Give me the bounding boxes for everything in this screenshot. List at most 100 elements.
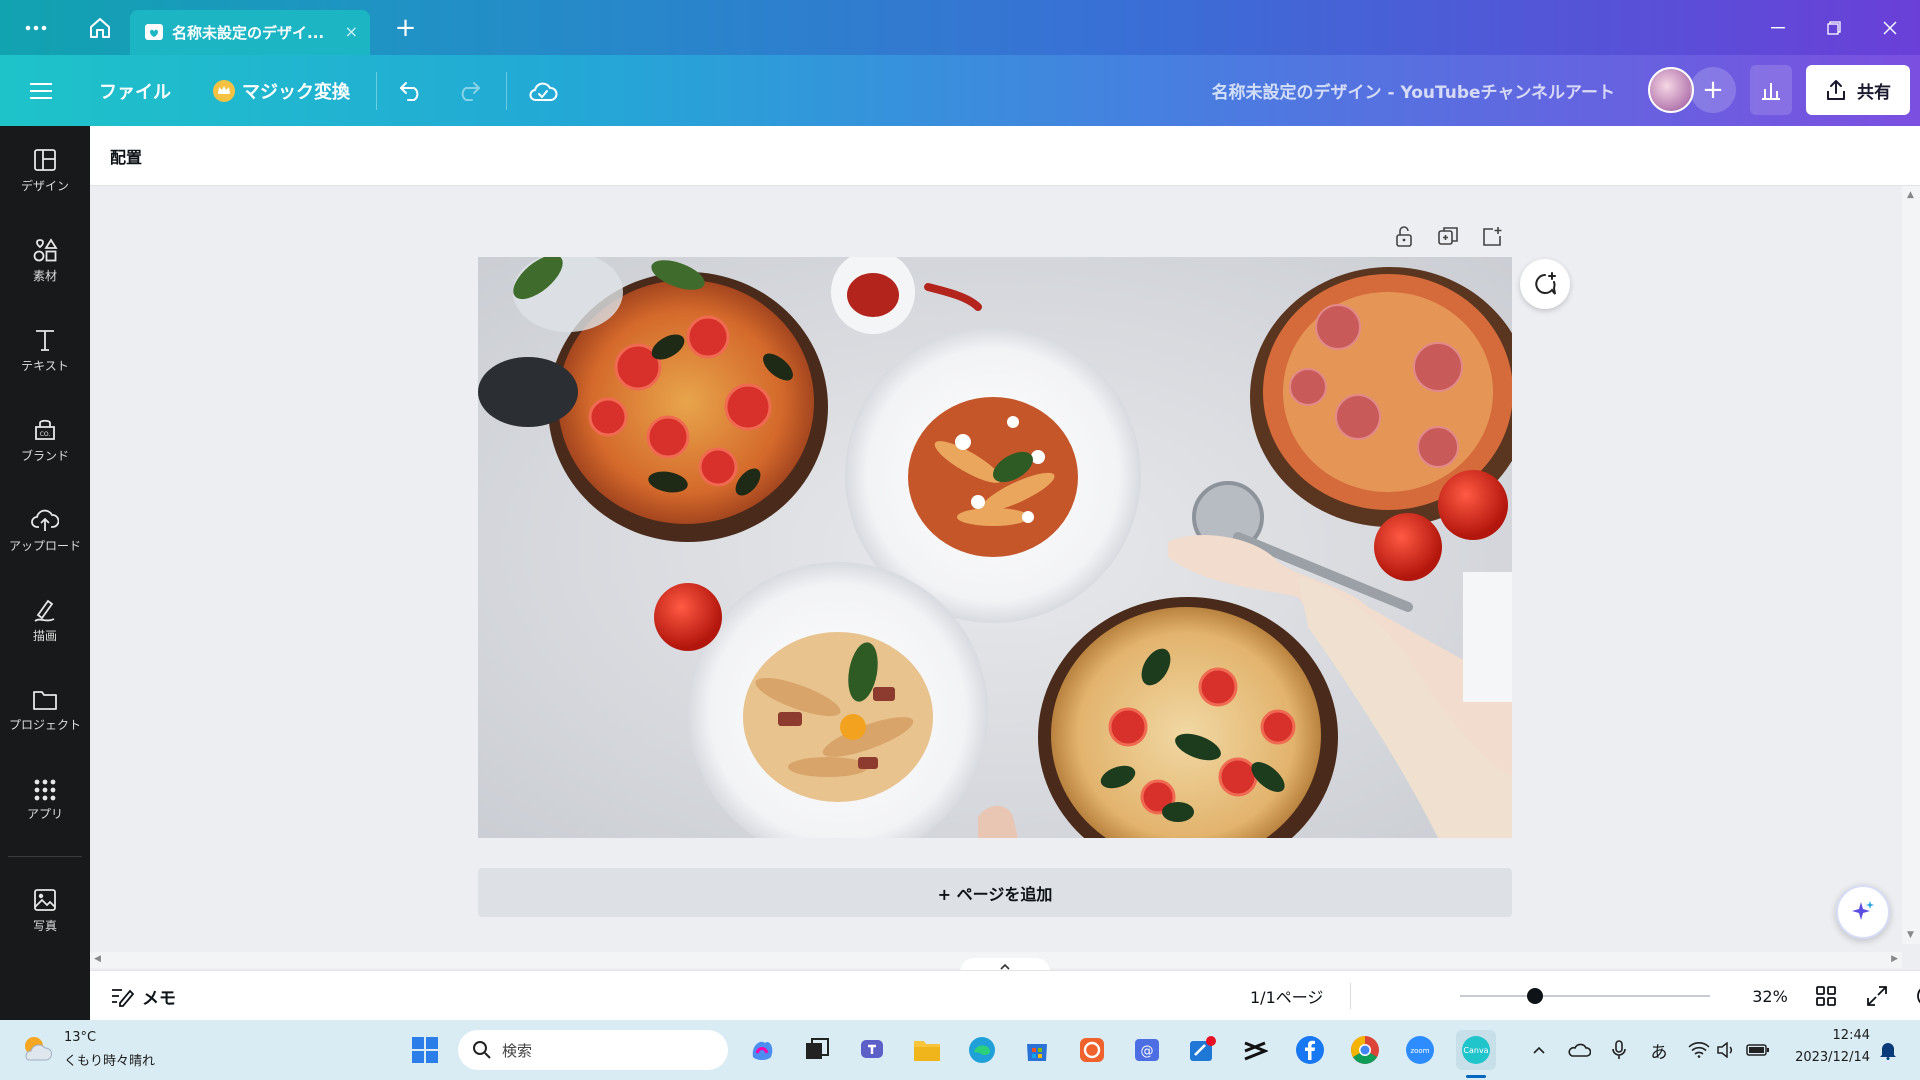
design-page[interactable] — [478, 257, 1512, 838]
zoom-slider[interactable] — [1460, 988, 1710, 1004]
brand-icon: CO. — [32, 417, 58, 443]
weather-icon[interactable] — [20, 1032, 54, 1066]
scroll-right-icon[interactable]: ▶ — [1891, 954, 1898, 964]
store-icon[interactable] — [1017, 1030, 1057, 1070]
sidebar-item-upload[interactable]: アップロード — [0, 490, 90, 570]
windows-start-icon[interactable] — [405, 1030, 445, 1070]
more-options-icon[interactable] — [8, 0, 63, 55]
notes-label: メモ — [142, 988, 176, 1009]
zoom-app-icon[interactable]: zoom — [1400, 1030, 1440, 1070]
sidebar-item-label: デザイン — [20, 178, 69, 193]
chrome-icon[interactable] — [1345, 1030, 1385, 1070]
taskbar-search[interactable]: 検索 — [458, 1030, 728, 1070]
home-icon[interactable] — [72, 0, 127, 55]
sparkle-icon — [1849, 898, 1877, 926]
scroll-left-icon[interactable]: ◀ — [94, 954, 101, 964]
sidebar-item-design[interactable]: デザイン — [0, 130, 90, 210]
windows-taskbar: 13°C くもり時々晴れ 検索 @ zoom Canva あ 12:44 202… — [0, 1020, 1920, 1080]
avatar[interactable] — [1648, 67, 1694, 113]
upload-icon — [31, 507, 59, 533]
svg-text:Canva: Canva — [1463, 1046, 1488, 1055]
add-page-button[interactable]: + ページを追加 — [478, 868, 1512, 917]
browser-title-bar: 名称未設定のデザイ... × + — [0, 0, 1920, 55]
comment-plus-icon — [1532, 271, 1558, 297]
document-title[interactable]: 名称未設定のデザイン - YouTubeチャンネルアート — [1212, 55, 1615, 126]
undo-icon[interactable] — [398, 55, 424, 126]
tab-close-icon[interactable]: × — [345, 22, 358, 41]
ime-indicator[interactable]: あ — [1645, 1020, 1673, 1080]
canva-app-icon[interactable]: Canva — [1456, 1030, 1496, 1070]
capcut-icon[interactable] — [1235, 1030, 1275, 1070]
redo-icon[interactable] — [456, 55, 482, 126]
minimize-icon[interactable] — [1750, 0, 1806, 55]
arrange-button[interactable]: 配置 — [110, 126, 142, 186]
notification-bell-icon[interactable] — [1873, 1020, 1903, 1080]
restore-icon[interactable] — [1806, 0, 1862, 55]
share-label: 共有 — [1857, 82, 1891, 103]
onedrive-icon[interactable] — [1565, 1020, 1593, 1080]
file-explorer-icon[interactable] — [907, 1030, 947, 1070]
task-view-icon[interactable] — [797, 1030, 837, 1070]
clock-time[interactable]: 12:44 — [1782, 1028, 1870, 1043]
chevron-up-icon — [1000, 963, 1010, 970]
app-orange-icon[interactable] — [1072, 1030, 1112, 1070]
add-page-icon[interactable] — [1478, 222, 1506, 250]
search-icon — [472, 1040, 492, 1060]
add-comment-button[interactable] — [1520, 259, 1570, 309]
volume-icon[interactable] — [1712, 1020, 1740, 1080]
sidebar-item-apps[interactable]: アプリ — [0, 760, 90, 840]
close-window-icon[interactable] — [1862, 0, 1918, 55]
whiteboard-icon[interactable] — [1182, 1030, 1222, 1070]
add-collaborator-button[interactable]: + — [1690, 67, 1736, 113]
edge-icon[interactable] — [962, 1030, 1002, 1070]
magic-switch-button[interactable]: マジック変換 — [212, 55, 350, 126]
sidebar-item-label: テキスト — [21, 358, 69, 373]
menu-icon[interactable] — [30, 55, 52, 126]
scroll-down-icon[interactable]: ▼ — [1907, 930, 1914, 940]
facebook-icon[interactable] — [1290, 1030, 1330, 1070]
magic-assistant-button[interactable] — [1836, 885, 1890, 939]
file-menu-button[interactable]: ファイル — [99, 55, 171, 126]
browser-tab[interactable]: 名称未設定のデザイ... × — [130, 10, 370, 55]
toolbar-divider — [506, 72, 507, 110]
search-placeholder: 検索 — [502, 1041, 533, 1060]
sidebar-item-brand[interactable]: CO. ブランド — [0, 400, 90, 480]
sidebar-item-label: プロジェクト — [8, 717, 81, 732]
share-button[interactable]: 共有 — [1806, 65, 1910, 115]
clock-date[interactable]: 2023/12/14 — [1782, 1050, 1870, 1065]
vertical-scrollbar[interactable]: ▲ ▼ — [1902, 186, 1920, 944]
microphone-icon[interactable] — [1605, 1020, 1633, 1080]
show-hidden-icons-icon[interactable] — [1525, 1020, 1553, 1080]
sidebar-item-label: アップロード — [8, 538, 81, 553]
wifi-icon[interactable] — [1685, 1020, 1713, 1080]
sidebar-item-draw[interactable]: 描画 — [0, 580, 90, 660]
magic-switch-label: マジック変換 — [242, 81, 350, 103]
new-tab-button[interactable]: + — [378, 0, 433, 55]
sidebar-item-photos[interactable]: 写真 — [0, 870, 90, 950]
editor-footer: メモ 1/1ページ 32% — [90, 970, 1920, 1020]
mail-app-icon[interactable]: @ — [1127, 1030, 1167, 1070]
zoom-level[interactable]: 32% — [1740, 971, 1800, 1021]
cloud-saved-icon[interactable] — [528, 55, 558, 126]
sidebar-item-text[interactable]: テキスト — [0, 310, 90, 390]
battery-icon[interactable] — [1743, 1020, 1773, 1080]
lock-icon[interactable] — [1390, 222, 1418, 250]
page-indicator[interactable]: 1/1ページ — [1250, 971, 1323, 1021]
canva-tab-icon — [144, 23, 164, 43]
sidebar-item-elements[interactable]: 素材 — [0, 220, 90, 300]
sidebar-item-projects[interactable]: プロジェクト — [0, 670, 90, 750]
copilot-icon[interactable] — [742, 1030, 782, 1070]
notes-button[interactable]: メモ — [110, 971, 176, 1021]
sidebar-item-label: 写真 — [32, 918, 57, 933]
svg-text:zoom: zoom — [1410, 1047, 1429, 1055]
check-status-icon[interactable] — [1916, 971, 1920, 1021]
zoom-slider-knob[interactable] — [1527, 988, 1543, 1004]
duplicate-page-icon[interactable] — [1434, 222, 1462, 250]
share-icon — [1825, 79, 1847, 101]
food-photo-image[interactable] — [478, 257, 1512, 838]
insights-icon[interactable] — [1750, 65, 1792, 115]
teams-icon[interactable] — [852, 1030, 892, 1070]
fullscreen-icon[interactable] — [1866, 971, 1888, 1021]
scroll-up-icon[interactable]: ▲ — [1907, 190, 1914, 200]
grid-view-icon[interactable] — [1816, 971, 1836, 1021]
